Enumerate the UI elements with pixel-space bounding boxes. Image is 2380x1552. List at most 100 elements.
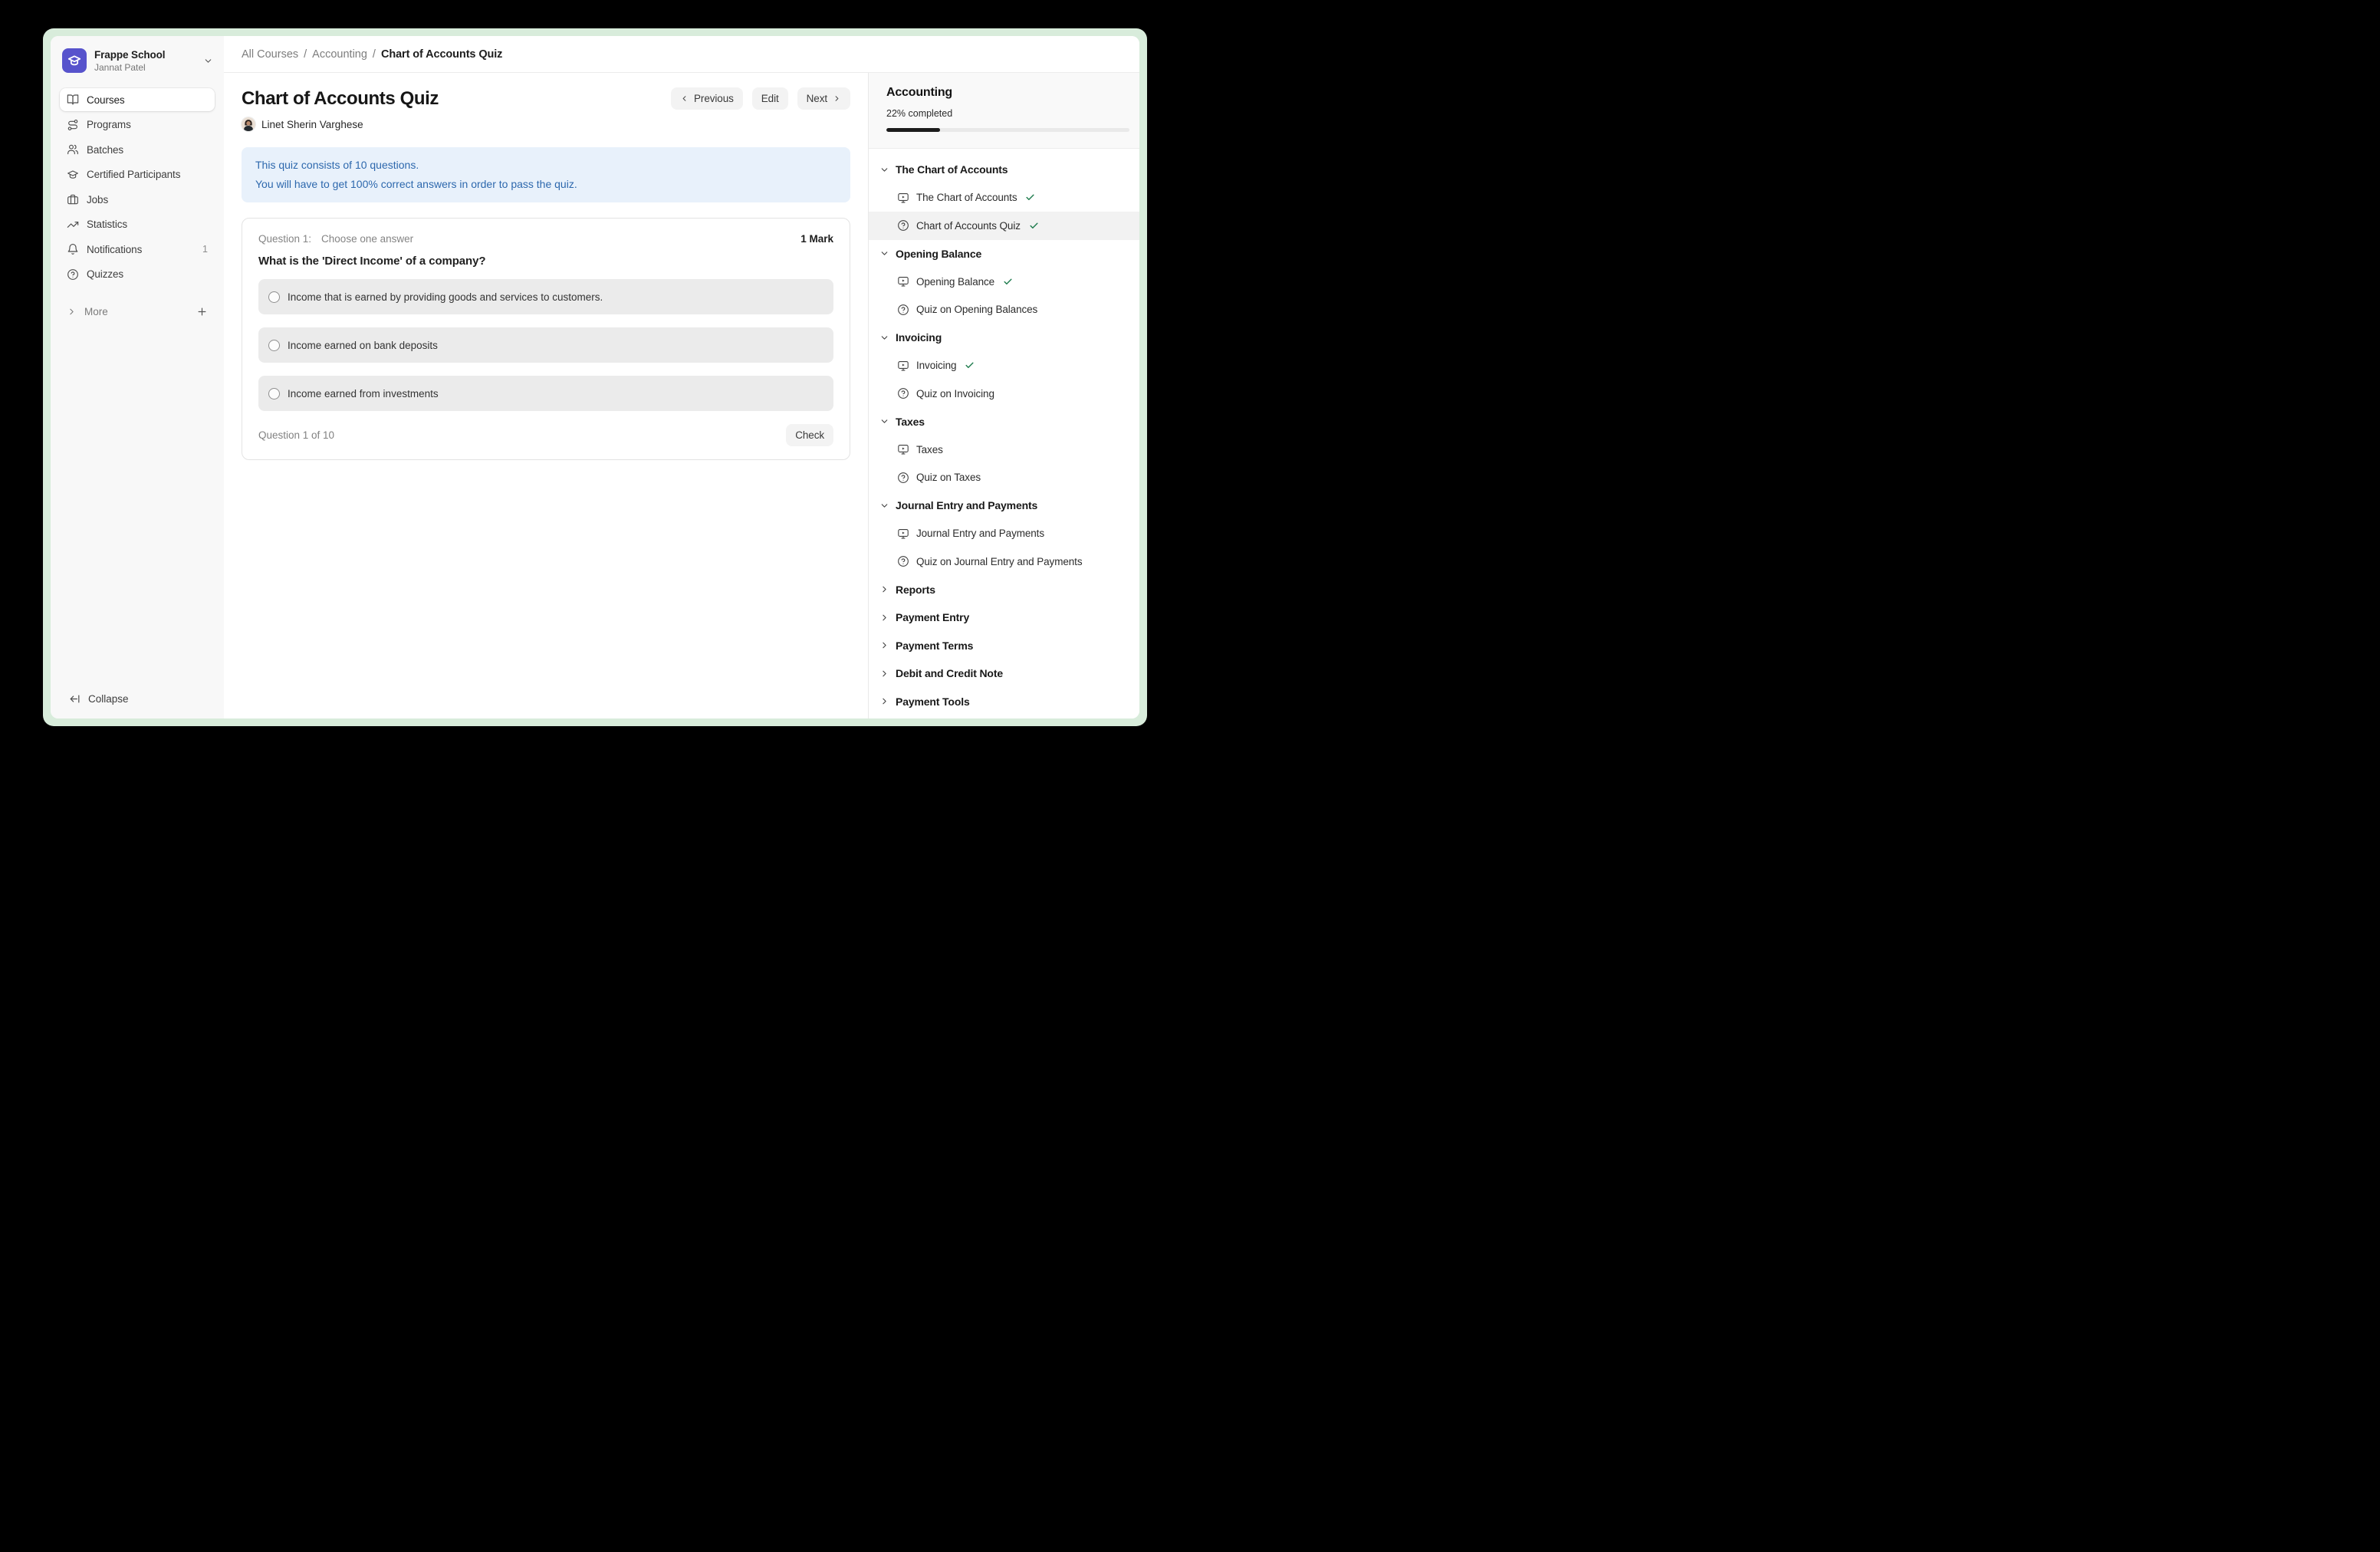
briefcase-icon xyxy=(67,193,79,206)
check-icon xyxy=(1025,192,1035,202)
outline-lesson-opening-balance[interactable]: Opening Balance xyxy=(869,268,1139,296)
chevron-left-icon xyxy=(680,94,689,103)
radio-button[interactable] xyxy=(268,291,280,303)
course-progress-bar xyxy=(886,128,1129,132)
breadcrumb-separator: / xyxy=(304,48,307,61)
lesson-icon xyxy=(897,360,909,372)
notice-line-2: You will have to get 100% correct answer… xyxy=(255,175,837,194)
radio-button[interactable] xyxy=(268,340,280,351)
quiz-icon xyxy=(897,555,909,567)
breadcrumb-accounting[interactable]: Accounting xyxy=(312,48,367,61)
check-icon xyxy=(965,360,975,370)
edit-button[interactable]: Edit xyxy=(752,87,788,110)
app-window: Frappe School Jannat Patel Courses Progr… xyxy=(51,36,1139,718)
chevron-down-icon xyxy=(879,248,889,258)
quiz-page: Chart of Accounts Quiz Previous Edit Nex… xyxy=(224,73,868,718)
outline-section-debit-and-credit-note[interactable]: Debit and Credit Note xyxy=(869,659,1139,688)
quiz-icon xyxy=(897,219,909,232)
breadcrumb: All Courses / Accounting / Chart of Acco… xyxy=(242,48,502,61)
breadcrumb-all-courses[interactable]: All Courses xyxy=(242,48,298,61)
chevron-right-icon xyxy=(879,640,889,650)
outline-lesson-taxes[interactable]: Taxes xyxy=(869,436,1139,464)
outline-quiz-chart-of-accounts-quiz[interactable]: Chart of Accounts Quiz xyxy=(869,212,1139,240)
top-header: All Courses / Accounting / Chart of Acco… xyxy=(224,36,1139,73)
users-icon xyxy=(67,143,79,156)
check-button[interactable]: Check xyxy=(786,424,833,446)
question-pagination: Question 1 of 10 xyxy=(258,429,334,441)
notice-line-1: This quiz consists of 10 questions. xyxy=(255,156,837,175)
outline-quiz-quiz-on-journal-entry-and-payments[interactable]: Quiz on Journal Entry and Payments xyxy=(869,547,1139,576)
answer-options: Income that is earned by providing goods… xyxy=(258,279,833,411)
radio-button[interactable] xyxy=(268,388,280,400)
next-button[interactable]: Next xyxy=(797,87,850,110)
lesson-icon xyxy=(897,192,909,204)
outline-section-invoicing[interactable]: Invoicing xyxy=(869,324,1139,352)
sidebar-item-certified-participants[interactable]: Certified Participants xyxy=(60,163,215,186)
lesson-icon xyxy=(897,443,909,455)
sidebar-more[interactable]: More xyxy=(60,300,215,323)
outline-section-taxes[interactable]: Taxes xyxy=(869,408,1139,436)
bell-icon xyxy=(67,243,79,255)
chevron-down-icon xyxy=(879,416,889,426)
question-instruction: Choose one answer xyxy=(321,233,413,245)
add-button[interactable] xyxy=(196,306,208,317)
outline-section-payment-terms[interactable]: Payment Terms xyxy=(869,632,1139,660)
book-open-icon xyxy=(67,94,79,106)
quiz-icon xyxy=(897,472,909,484)
outline-section-opening-balance[interactable]: Opening Balance xyxy=(869,240,1139,268)
chevron-down-icon xyxy=(203,56,213,66)
chevron-down-icon xyxy=(879,501,889,511)
notification-count-badge: 1 xyxy=(202,244,208,255)
workspace-switcher[interactable]: Frappe School Jannat Patel xyxy=(51,36,224,82)
outline-quiz-quiz-on-taxes[interactable]: Quiz on Taxes xyxy=(869,464,1139,492)
course-progress-fill xyxy=(886,128,940,132)
course-outline-panel: Accounting 22% completed The Chart of Ac… xyxy=(868,73,1139,718)
quiz-notice: This quiz consists of 10 questions. You … xyxy=(242,147,850,202)
sidebar-item-statistics[interactable]: Statistics xyxy=(60,213,215,236)
sidebar-item-batches[interactable]: Batches xyxy=(60,138,215,161)
workspace-name: Frappe School xyxy=(94,49,196,61)
sidebar-item-courses[interactable]: Courses xyxy=(60,88,215,111)
sidebar-item-programs[interactable]: Programs xyxy=(60,113,215,136)
outline-lesson-the-chart-of-accounts[interactable]: The Chart of Accounts xyxy=(869,184,1139,212)
sidebar-nav: Courses Programs Batches Certified Parti… xyxy=(51,82,224,288)
collapse-sidebar-icon xyxy=(69,693,81,705)
chevron-right-icon xyxy=(879,669,889,679)
check-icon xyxy=(1003,277,1013,287)
outline-quiz-quiz-on-opening-balances[interactable]: Quiz on Opening Balances xyxy=(869,296,1139,324)
outline-quiz-quiz-on-invoicing[interactable]: Quiz on Invoicing xyxy=(869,380,1139,408)
outline-lesson-journal-entry-and-payments[interactable]: Journal Entry and Payments xyxy=(869,520,1139,548)
answer-option-2[interactable]: Income earned on bank deposits xyxy=(258,327,833,363)
check-icon xyxy=(1029,221,1039,231)
graduation-cap-icon xyxy=(67,169,79,181)
sidebar-item-quizzes[interactable]: Quizzes xyxy=(60,263,215,286)
lesson-icon xyxy=(897,528,909,540)
app-window-frame: Frappe School Jannat Patel Courses Progr… xyxy=(43,28,1147,726)
course-title: Accounting xyxy=(886,86,1129,100)
outline-section-journal-entry-and-payments[interactable]: Journal Entry and Payments xyxy=(869,492,1139,520)
outline-section-reports[interactable]: Reports xyxy=(869,576,1139,604)
previous-button[interactable]: Previous xyxy=(671,87,743,110)
collapse-button[interactable]: Collapse xyxy=(51,693,224,718)
sidebar-item-notifications[interactable]: Notifications 1 xyxy=(60,238,215,261)
answer-option-1[interactable]: Income that is earned by providing goods… xyxy=(258,279,833,314)
quiz-icon xyxy=(897,387,909,400)
sidebar-item-jobs[interactable]: Jobs xyxy=(60,188,215,211)
left-sidebar: Frappe School Jannat Patel Courses Progr… xyxy=(51,36,224,718)
answer-option-3[interactable]: Income earned from investments xyxy=(258,376,833,411)
frappe-school-logo xyxy=(62,48,87,73)
outline-section-payment-tools[interactable]: Payment Tools xyxy=(869,688,1139,716)
course-progress-text: 22% completed xyxy=(886,108,1129,119)
trending-up-icon xyxy=(67,219,79,231)
outline-section-payment-entry[interactable]: Payment Entry xyxy=(869,603,1139,632)
breadcrumb-separator: / xyxy=(373,48,376,61)
chevron-right-icon xyxy=(67,307,77,317)
outline-lesson-invoicing[interactable]: Invoicing xyxy=(869,352,1139,380)
lesson-icon xyxy=(897,275,909,288)
question-card: Question 1: Choose one answer 1 Mark Wha… xyxy=(242,218,850,460)
breadcrumb-current: Chart of Accounts Quiz xyxy=(381,48,502,61)
quiz-icon xyxy=(897,304,909,316)
outline-section-the-chart-of-accounts[interactable]: The Chart of Accounts xyxy=(869,156,1139,184)
collapse-label: Collapse xyxy=(88,693,129,705)
question-number-label: Question 1: xyxy=(258,233,311,245)
